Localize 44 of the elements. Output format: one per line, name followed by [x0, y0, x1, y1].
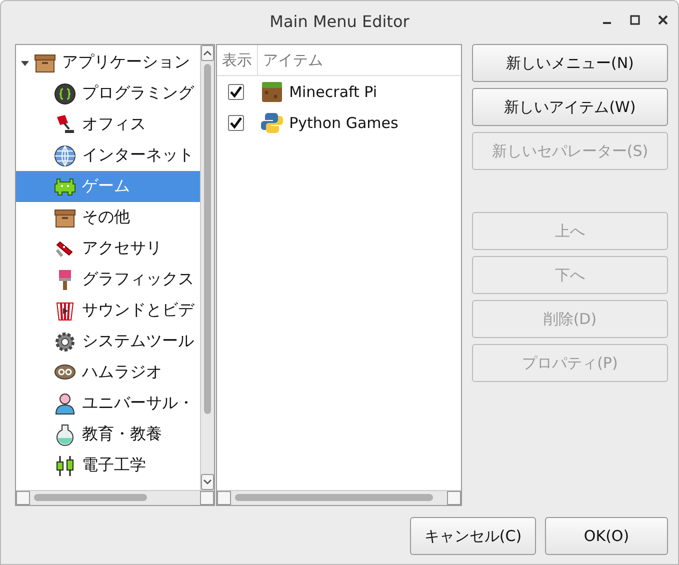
- scroll-up-icon[interactable]: [203, 50, 212, 56]
- block-icon: [261, 80, 284, 102]
- tree-item[interactable]: システムツール: [16, 326, 200, 357]
- person-icon: [54, 392, 76, 414]
- popcorn-icon: [54, 300, 76, 322]
- menu-action-button[interactable]: 新しいメニュー(N): [472, 44, 668, 82]
- column-header[interactable]: 表示: [217, 45, 258, 75]
- maximize-icon[interactable]: [630, 15, 640, 25]
- close-icon[interactable]: [658, 15, 668, 25]
- item-name: Minecraft Pi: [289, 82, 378, 100]
- horizontal-scrollbar[interactable]: [217, 490, 461, 505]
- window-title: Main Menu Editor: [270, 12, 410, 30]
- tree-item[interactable]: グラフィックス: [16, 264, 200, 295]
- gear-icon: [54, 330, 76, 352]
- tree-item[interactable]: サウンドとビデ: [16, 295, 200, 326]
- box-icon: [34, 52, 56, 74]
- scroll-down-icon[interactable]: [203, 479, 212, 485]
- item-name: Python Games: [289, 114, 398, 132]
- snake-logo-icon: [261, 112, 284, 134]
- box-icon: [54, 206, 76, 228]
- globe-icon: [54, 144, 76, 166]
- flask-icon: [54, 424, 76, 446]
- column-header[interactable]: アイテム: [258, 45, 328, 75]
- menu-action-button[interactable]: 新しいアイテム(W): [472, 88, 668, 126]
- code-icon: [54, 82, 76, 104]
- tree-item[interactable]: 教育・教養: [16, 419, 200, 450]
- lamp-icon: [54, 114, 76, 136]
- alien-icon: [54, 176, 76, 198]
- tree-item[interactable]: その他: [16, 202, 200, 233]
- ok-button[interactable]: OK(O): [545, 517, 668, 555]
- tree-item[interactable]: アクセサリ: [16, 233, 200, 264]
- tree-item[interactable]: オフィス: [16, 109, 200, 140]
- tree-item[interactable]: ハムラジオ: [16, 357, 200, 388]
- tree-item[interactable]: 電子工学: [16, 450, 200, 481]
- horizontal-scrollbar[interactable]: [16, 490, 214, 505]
- checkbox[interactable]: [228, 114, 244, 130]
- tree-item[interactable]: ユニバーサル・: [16, 388, 200, 419]
- checkbox[interactable]: [228, 84, 244, 100]
- components-icon: [54, 454, 76, 476]
- tree-item[interactable]: インターネット: [16, 140, 200, 171]
- cancel-button[interactable]: キャンセル(C): [410, 517, 536, 555]
- tree-item[interactable]: プログラミング: [16, 78, 200, 109]
- tree-item[interactable]: アプリケーション: [16, 47, 200, 78]
- vertical-scrollbar[interactable]: [200, 45, 214, 490]
